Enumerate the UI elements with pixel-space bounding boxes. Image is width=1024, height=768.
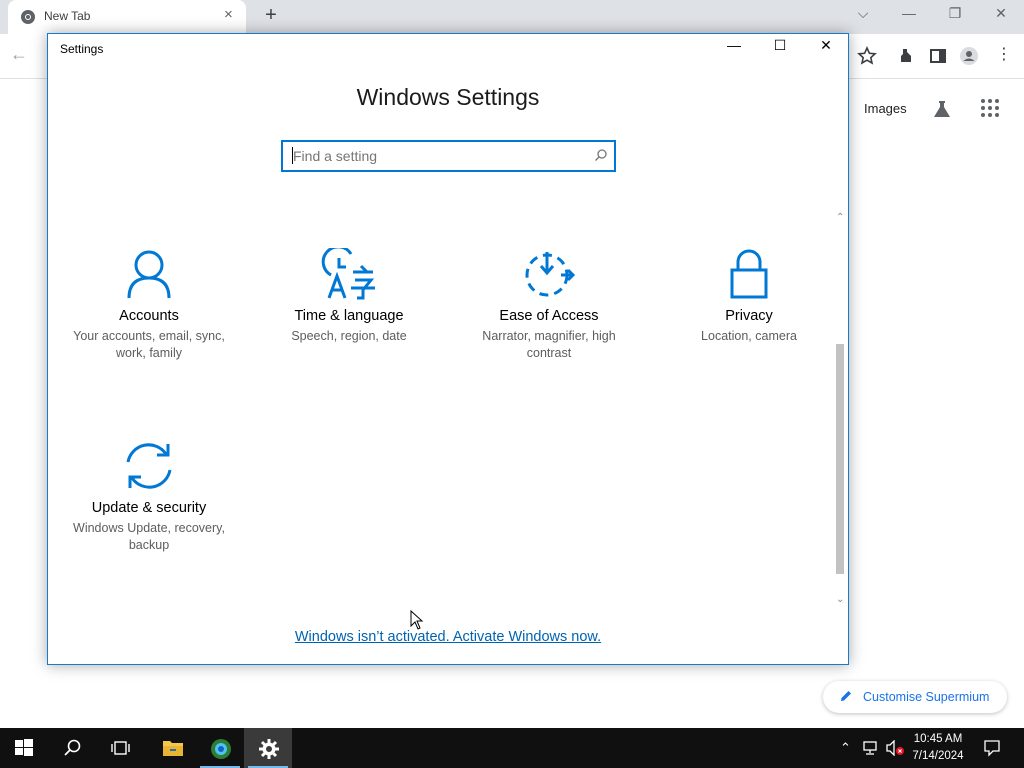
tile-update-security-name: Update & security — [91, 500, 207, 516]
tab-strip: New Tab × + ⌵ — ❐ ✕ — [0, 0, 1024, 34]
tile-privacy-desc: Location, camera — [701, 329, 797, 343]
search-placeholder: Find a setting — [293, 148, 378, 164]
task-view-button[interactable] — [96, 728, 144, 768]
apps-grid-icon[interactable] — [980, 98, 1000, 118]
labs-flask-icon[interactable] — [931, 98, 953, 120]
tile-update-security[interactable]: Update & security Windows Update, recove… — [59, 440, 239, 554]
mouse-cursor-icon — [410, 610, 424, 630]
action-center-icon[interactable] — [983, 739, 1001, 757]
settings-window: Settings — ☐ ✕ Windows Settings Find a s… — [47, 33, 849, 665]
search-button[interactable] — [48, 728, 96, 768]
time-language-icon — [321, 248, 375, 300]
tile-accounts-name: Accounts — [119, 308, 179, 324]
scroll-down-arrow-icon[interactable]: ⌄ — [836, 594, 844, 605]
tile-ease-of-access[interactable]: Ease of Access Narrator, magnifier, high… — [459, 248, 639, 362]
tile-time-language[interactable]: Time & language Speech, region, date — [259, 248, 439, 345]
close-button[interactable]: ✕ — [804, 37, 848, 61]
text-caret — [292, 147, 293, 164]
lock-icon — [730, 249, 768, 299]
tab-search-icon[interactable]: ⌵ — [848, 5, 878, 22]
browser-minimize-button[interactable]: — — [894, 5, 924, 21]
chrome-icon — [21, 10, 35, 24]
tab-close-button[interactable]: × — [224, 6, 233, 23]
activate-windows-link[interactable]: Windows isn’t activated. Activate Window… — [48, 629, 848, 645]
show-hidden-icons-chevron-icon[interactable]: ⌃ — [840, 740, 851, 756]
tile-time-language-desc: Speech, region, date — [291, 329, 407, 343]
tile-accounts-desc: Your accounts, email, sync, work, family — [73, 329, 225, 360]
task-view-icon — [111, 741, 130, 755]
tile-accounts[interactable]: Accounts Your accounts, email, sync, wor… — [59, 248, 239, 362]
customise-label: Customise Supermium — [863, 690, 990, 704]
back-arrow-icon[interactable]: ← — [10, 44, 28, 65]
taskbar: ⌃ 10:45 AM 7/14/2024 — [0, 728, 1024, 768]
person-icon — [127, 250, 171, 299]
new-tab-button[interactable]: + — [260, 4, 282, 27]
tile-ease-of-access-desc: Narrator, magnifier, high contrast — [482, 329, 616, 360]
bookmark-star-icon[interactable] — [857, 46, 877, 66]
tile-privacy[interactable]: Privacy Location, camera — [659, 248, 839, 345]
file-explorer-button[interactable] — [148, 728, 196, 768]
sync-icon — [126, 443, 172, 489]
browser-restore-button[interactable]: ❐ — [940, 5, 970, 22]
supermium-browser-icon — [211, 739, 231, 759]
side-panel-icon[interactable] — [928, 46, 948, 66]
pencil-icon — [841, 691, 851, 701]
page-title: Windows Settings — [356, 84, 540, 110]
maximize-button[interactable]: ☐ — [758, 37, 802, 61]
search-icon — [64, 739, 81, 756]
browser-close-button[interactable]: ✕ — [986, 5, 1016, 22]
images-link[interactable]: Images — [864, 101, 907, 116]
extensions-icon[interactable] — [896, 46, 916, 66]
ease-of-access-icon — [525, 252, 575, 297]
network-icon[interactable] — [862, 741, 880, 755]
minimize-button[interactable]: — — [712, 37, 756, 61]
start-button[interactable] — [0, 728, 48, 768]
tab-title: New Tab — [44, 9, 91, 23]
search-icon[interactable] — [594, 148, 608, 162]
scroll-up-arrow-icon[interactable]: ⌃ — [836, 212, 844, 223]
tile-privacy-name: Privacy — [725, 308, 773, 324]
settings-taskbar-button[interactable] — [244, 728, 292, 768]
windows-logo-icon — [15, 739, 33, 756]
tab-new-tab[interactable]: New Tab × — [8, 0, 246, 34]
system-clock[interactable]: 10:45 AM 7/14/2024 — [900, 731, 976, 765]
customise-button[interactable]: Customise Supermium — [823, 681, 1007, 713]
tile-ease-of-access-name: Ease of Access — [499, 308, 599, 324]
folder-icon — [163, 741, 183, 756]
clock-date: 7/14/2024 — [912, 750, 964, 762]
browser-menu-icon[interactable]: ⋮ — [996, 44, 1012, 64]
scroll-thumb[interactable] — [836, 344, 844, 574]
browser-taskbar-button[interactable] — [196, 728, 244, 768]
tile-time-language-name: Time & language — [294, 308, 404, 324]
settings-scrollbar[interactable]: ⌃ ⌄ — [834, 212, 846, 608]
tile-update-security-desc: Windows Update, recovery, backup — [73, 521, 225, 552]
gear-icon — [259, 739, 279, 759]
profile-avatar-icon[interactable] — [959, 46, 979, 66]
window-title: Settings — [60, 42, 104, 56]
search-input[interactable]: Find a setting — [281, 140, 616, 172]
clock-time: 10:45 AM — [913, 733, 963, 745]
